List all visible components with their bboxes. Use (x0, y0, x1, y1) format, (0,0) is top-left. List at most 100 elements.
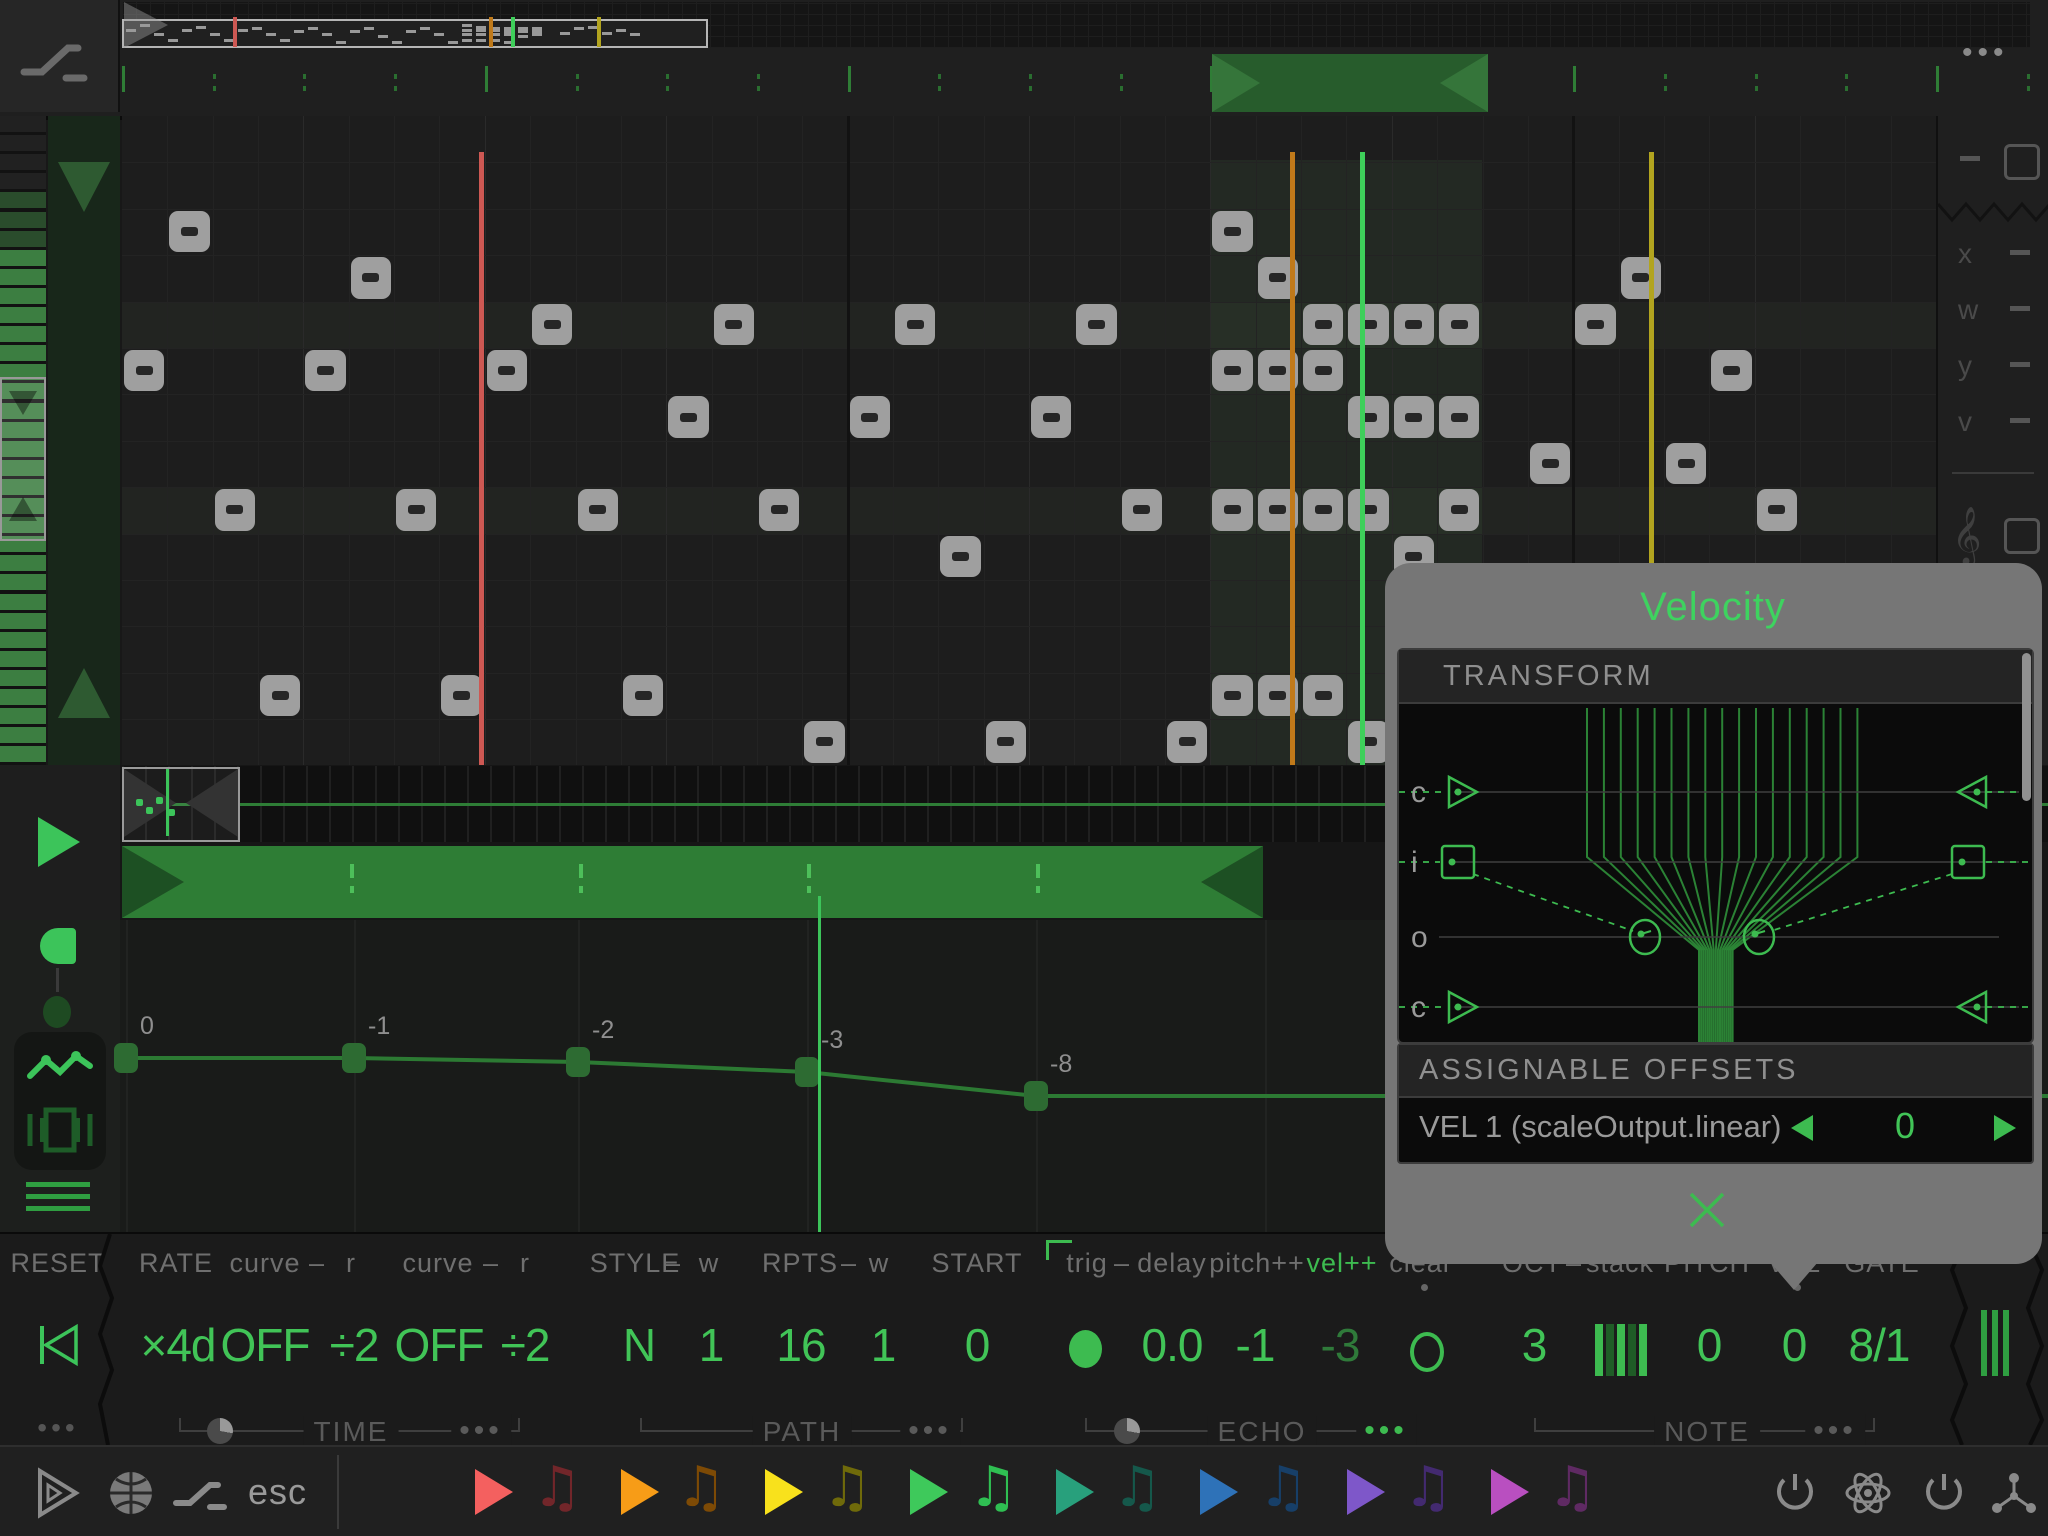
reset-menu-dots[interactable]: ••• (37, 1412, 78, 1444)
axis-dash-v[interactable] (2010, 418, 2030, 423)
automation-node[interactable] (114, 1043, 138, 1073)
timeline-ruler[interactable] (122, 48, 2048, 112)
grid-note[interactable] (1212, 675, 1252, 716)
param-label-curve[interactable]: curve (402, 1248, 473, 1279)
panel-top-square[interactable] (2004, 144, 2040, 180)
clef-square[interactable] (2004, 518, 2040, 554)
grid-note[interactable] (441, 675, 481, 716)
play-outline-icon[interactable] (32, 1467, 82, 1519)
grid-note[interactable] (1122, 489, 1162, 530)
transport-loop-start-handle[interactable] (122, 846, 184, 918)
grid-note[interactable] (1439, 304, 1479, 345)
key-row[interactable] (0, 326, 46, 342)
grid-note[interactable] (1621, 257, 1661, 298)
footer-dots-PATH[interactable]: ••• (900, 1414, 960, 1448)
grid-note[interactable] (351, 257, 391, 298)
grid-note[interactable] (895, 304, 935, 345)
grid-note[interactable] (124, 350, 164, 391)
param-label-delay[interactable]: delay (1137, 1248, 1207, 1279)
track-8-magenta-note-icon[interactable]: ♫ (1547, 1455, 1597, 1520)
offset-increment-button[interactable] (1994, 1115, 2016, 1141)
grid-note[interactable] (1076, 304, 1116, 345)
grid-note[interactable] (1303, 350, 1343, 391)
grid-note[interactable] (1212, 350, 1252, 391)
key-row[interactable] (0, 135, 46, 151)
key-row[interactable] (0, 651, 46, 667)
grid-note[interactable] (169, 211, 209, 252)
param-value-STYLE[interactable]: N (623, 1318, 655, 1372)
track-1-red-note-icon[interactable]: ♫ (532, 1455, 582, 1520)
pattern-overview[interactable] (122, 2, 2030, 48)
grid-note[interactable] (1348, 304, 1388, 345)
param-value-trig-dot[interactable] (1069, 1330, 1102, 1368)
param-label-r[interactable]: r (346, 1248, 356, 1279)
param-value-w[interactable]: 1 (699, 1318, 724, 1372)
grid-note[interactable] (1394, 304, 1434, 345)
footer-dots-ECHO[interactable]: ••• (1356, 1414, 1416, 1448)
grid-note[interactable] (1303, 489, 1343, 530)
transport-loop-end-handle[interactable] (1201, 846, 1263, 918)
mixer-bars-icon[interactable] (1981, 1310, 1987, 1376)
power-icon-2[interactable] (1921, 1470, 1967, 1516)
param-label-trig[interactable]: trig (1066, 1248, 1108, 1279)
param-label-RPTS[interactable]: RPTS (762, 1248, 838, 1279)
automation-node[interactable] (566, 1047, 590, 1077)
track-6-blue-note-icon[interactable]: ♫ (1258, 1455, 1308, 1520)
key-row[interactable] (0, 670, 46, 686)
transform-node-graph[interactable] (1399, 704, 2032, 1042)
grid-note[interactable] (986, 721, 1026, 762)
grid-note[interactable] (532, 304, 572, 345)
key-row[interactable] (0, 231, 46, 247)
octave-down-icon[interactable] (58, 162, 110, 212)
close-icon[interactable] (1685, 1188, 1729, 1232)
axis-dash-w[interactable] (2010, 306, 2030, 311)
axis-dash-x[interactable] (2010, 250, 2030, 255)
param-value-vel++[interactable]: -3 (1321, 1318, 1360, 1372)
reset-button[interactable] (34, 1322, 82, 1368)
param-value-r[interactable]: ÷2 (330, 1318, 379, 1372)
grid-note[interactable] (215, 489, 255, 530)
key-row[interactable] (0, 154, 46, 170)
track-1-red-play-button[interactable] (475, 1469, 513, 1515)
param-value-r[interactable]: ÷2 (501, 1318, 550, 1372)
param-label-START[interactable]: START (931, 1248, 1022, 1279)
grid-note[interactable] (1439, 396, 1479, 437)
key-row[interactable] (0, 594, 46, 610)
param-label-r[interactable]: r (520, 1248, 530, 1279)
axis-dash-y[interactable] (2010, 362, 2030, 367)
param-value-pitch++[interactable]: -1 (1236, 1318, 1275, 1372)
key-row[interactable] (0, 307, 46, 323)
esc-button[interactable]: esc (248, 1471, 307, 1513)
param-value-curve[interactable]: OFF (221, 1318, 310, 1372)
octave-up-icon[interactable] (58, 668, 110, 718)
grid-note[interactable] (714, 304, 754, 345)
key-row[interactable] (0, 116, 46, 132)
grid-note[interactable] (260, 675, 300, 716)
popup-scrollbar[interactable] (2022, 653, 2031, 801)
param-label-–[interactable]: – (841, 1248, 857, 1279)
automation-node[interactable] (342, 1043, 366, 1073)
octave-column[interactable] (48, 116, 120, 766)
param-value-stack-bars[interactable] (1595, 1324, 1603, 1376)
grid-note[interactable] (578, 489, 618, 530)
mixer-bars-icon[interactable] (1992, 1310, 1998, 1376)
grid-note[interactable] (1348, 721, 1388, 762)
grid-note[interactable] (804, 721, 844, 762)
key-row[interactable] (0, 574, 46, 590)
param-label-w[interactable]: w (869, 1248, 890, 1279)
ruler-loop-region[interactable] (1212, 54, 1488, 112)
param-value-stack-bars[interactable] (1639, 1324, 1647, 1376)
param-label-RATE[interactable]: RATE (139, 1248, 213, 1279)
globe-icon[interactable] (106, 1468, 156, 1518)
grid-note[interactable] (1303, 304, 1343, 345)
network-icon[interactable] (1989, 1470, 2039, 1516)
key-row[interactable] (0, 192, 46, 208)
param-value-GATE[interactable]: 8/1 (1849, 1318, 1910, 1372)
grid-note[interactable] (1348, 396, 1388, 437)
key-row[interactable] (0, 708, 46, 724)
grid-note[interactable] (396, 489, 436, 530)
grid-note[interactable] (850, 396, 890, 437)
param-value-OCT[interactable]: 3 (1522, 1318, 1547, 1372)
grid-note[interactable] (1394, 396, 1434, 437)
mixer-bars-icon[interactable] (2003, 1310, 2009, 1376)
